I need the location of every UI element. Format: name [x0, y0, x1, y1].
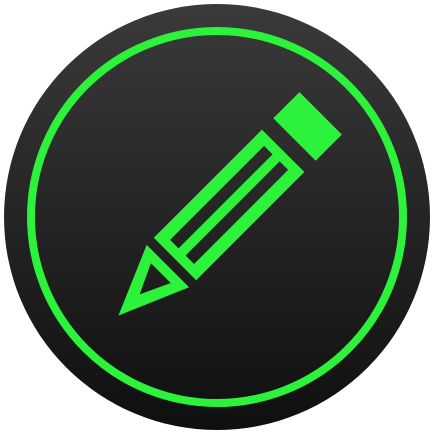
edit-app-icon[interactable]	[0, 0, 434, 434]
icon-canvas	[0, 0, 434, 434]
